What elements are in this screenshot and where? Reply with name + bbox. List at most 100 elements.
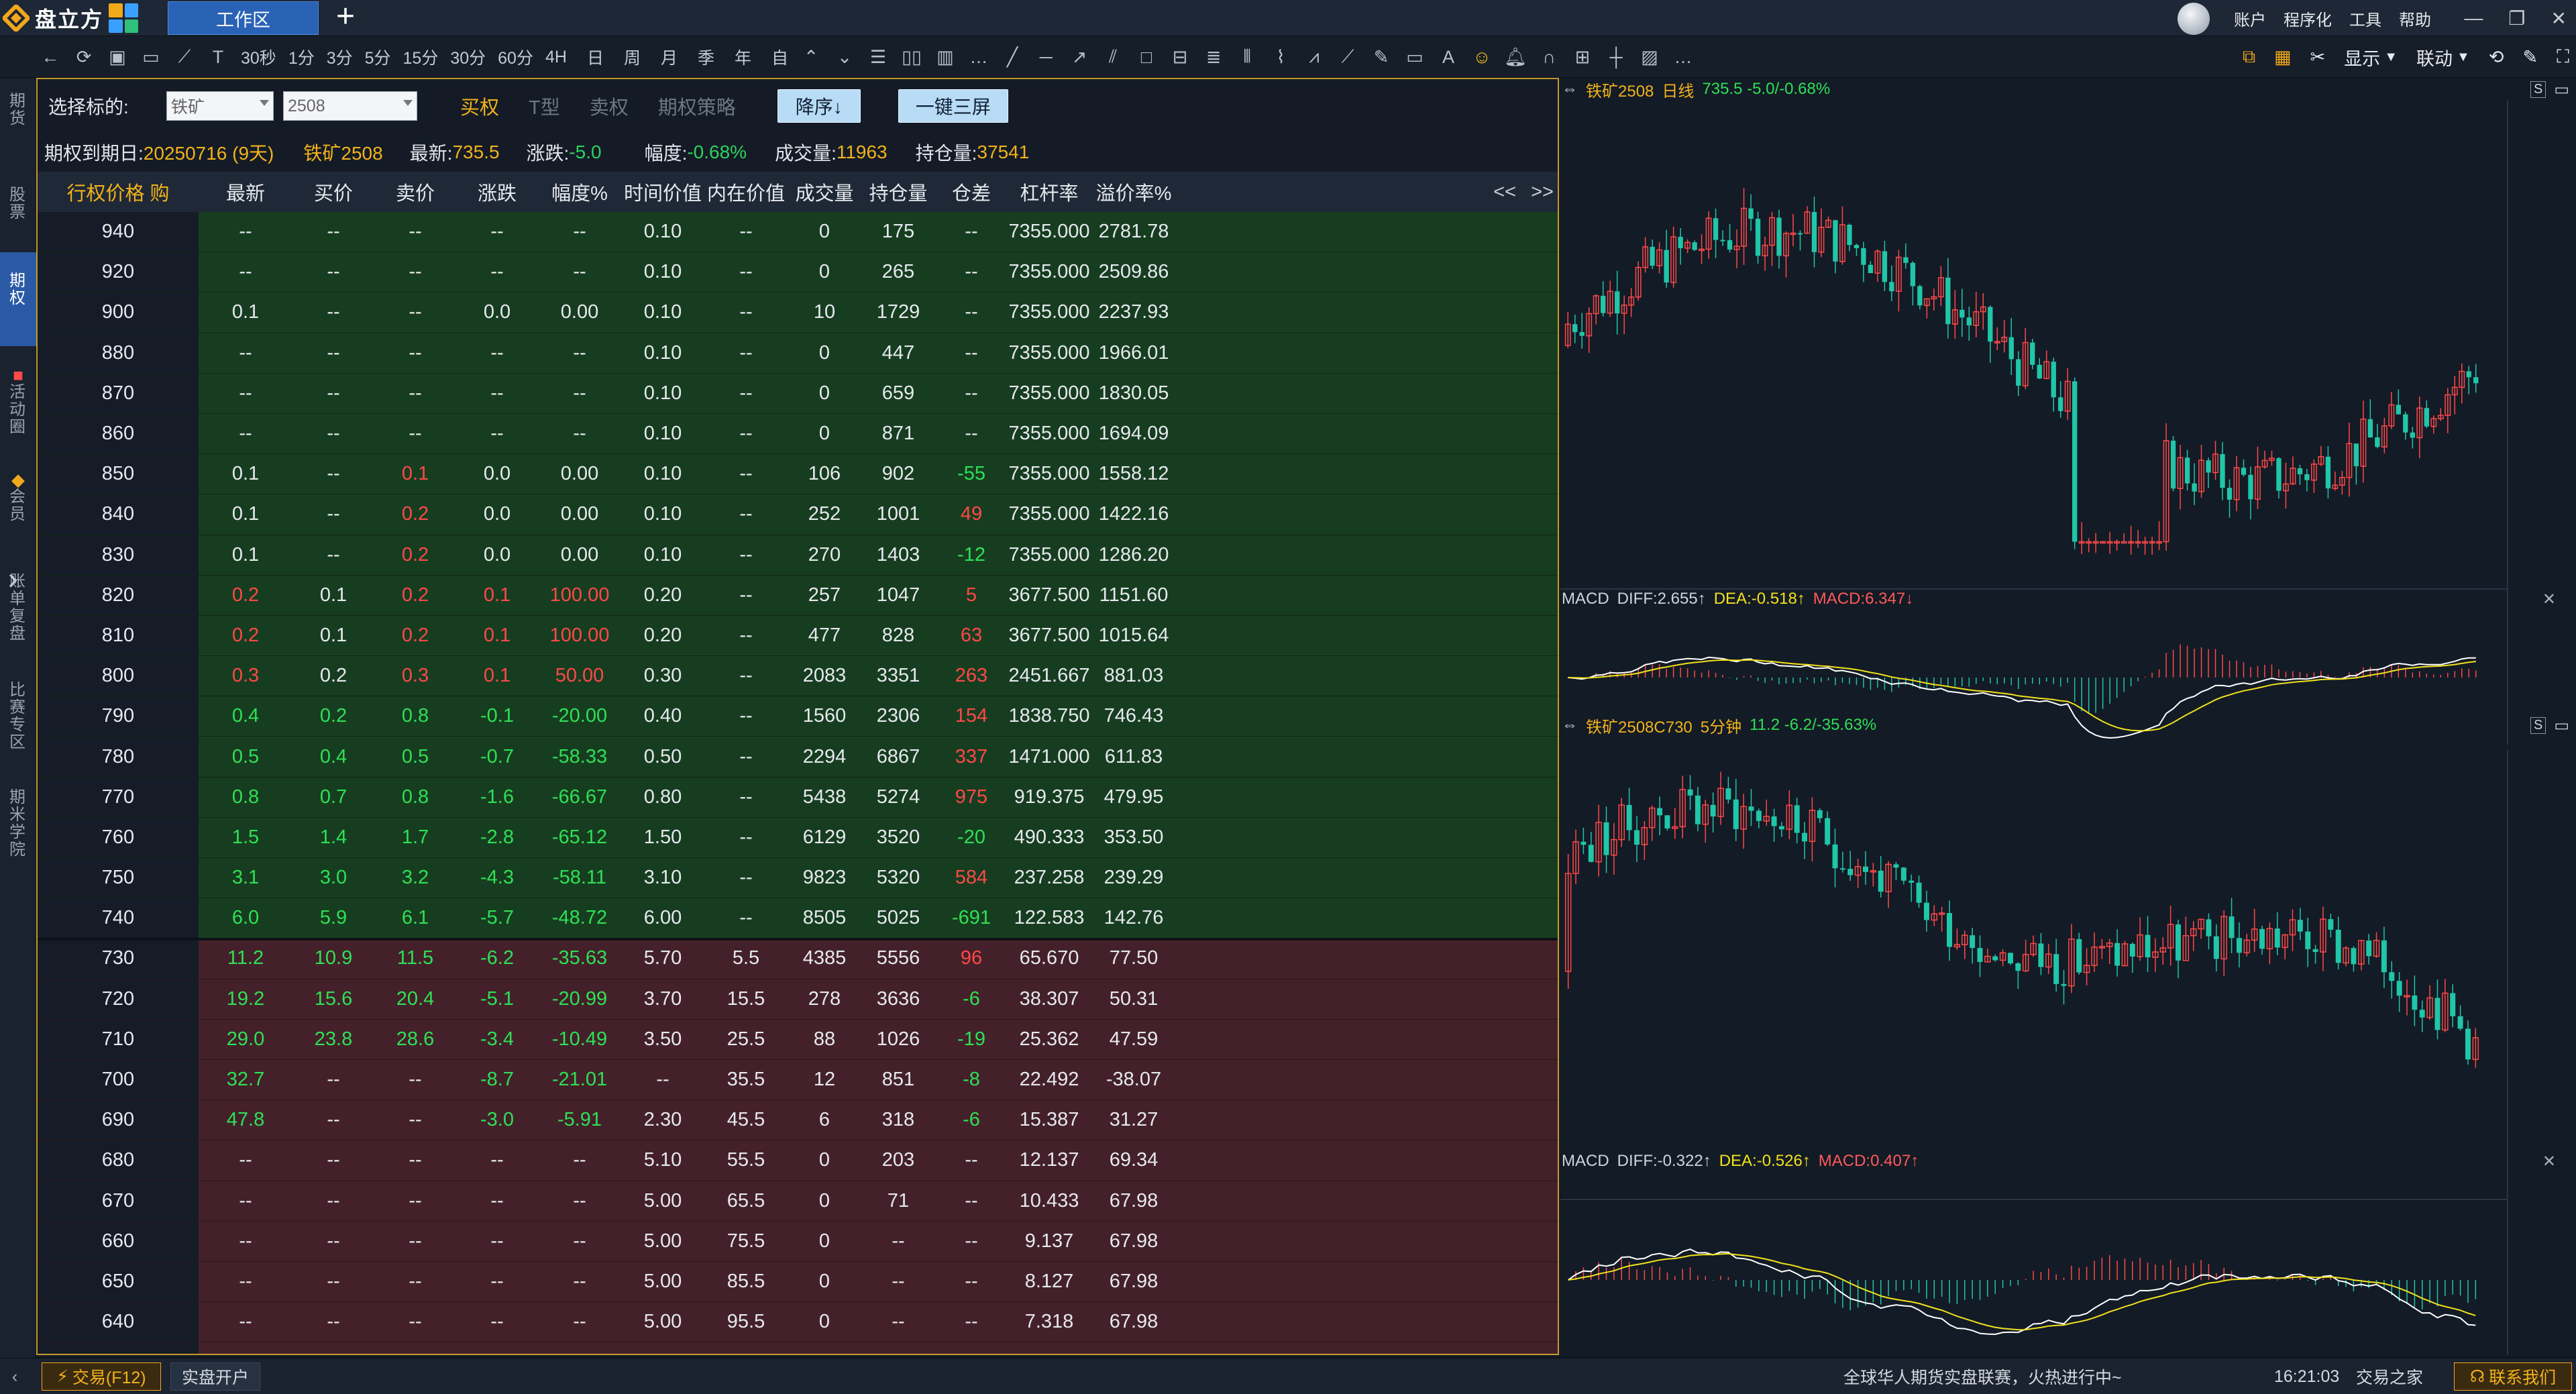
three-screen-button[interactable]: 一键三屏 (898, 89, 1008, 123)
table-row[interactable]: 780 0.5 0.4 0.5 -0.7 -58.33 0.50 -- 2294 6867 337 1… (38, 737, 1558, 778)
draw-parallel-icon[interactable]: ⫽ (1096, 46, 1130, 68)
chevron-left-icon[interactable]: ‹ (4, 1362, 25, 1391)
table-row[interactable]: 810 0.2 0.1 0.2 0.1 100.00 0.20 -- 477 828 63 3677.… (38, 615, 1558, 657)
sidebar-item-academy[interactable]: 期米学院 (0, 782, 36, 883)
chart_bottom-s-icon[interactable]: S (2530, 716, 2546, 734)
table-row[interactable]: 820 0.2 0.1 0.2 0.1 100.00 0.20 -- 257 1047 5 3677.… (38, 575, 1558, 616)
table-row[interactable]: 680 -- -- -- -- -- 5.10 55.5 0 203 -- 12.137 69.34 (38, 1140, 1558, 1181)
period-week[interactable]: 周 (618, 45, 647, 69)
draw-fan-icon[interactable]: ⟋ (1331, 46, 1364, 68)
sidebar-item-options[interactable]: 期权 (0, 252, 36, 346)
daily-kline-chart[interactable] (1560, 101, 2576, 745)
save-icon[interactable]: ▣ (101, 47, 134, 68)
trading-house-link[interactable]: 交易之家 (2349, 1362, 2430, 1391)
chevron-down-icon[interactable]: ▼ (2384, 50, 2398, 65)
table-row[interactable]: 940 -- -- -- -- -- 0.10 -- 0 175 -- 7355.000 2781.78 (38, 212, 1558, 253)
table-row[interactable]: 660 -- -- -- -- -- 5.00 75.5 0 -- -- 9.137 67.98 (38, 1221, 1558, 1262)
split-icon[interactable]: ▯▯ (895, 47, 928, 68)
table-row[interactable]: 900 0.1 -- -- 0.0 0.00 0.10 -- 10 1729 -- 7355.000 2… (38, 292, 1558, 333)
chart_bottom-macd-name[interactable]: MACD (1562, 1152, 1609, 1171)
open-account-button[interactable]: 实盘开户 (170, 1362, 260, 1391)
close-icon[interactable]: ✕ (2551, 7, 2567, 30)
draw-gann-icon[interactable]: ⦀ (1230, 46, 1264, 68)
draw-fib-icon[interactable]: ≣ (1197, 47, 1230, 68)
period-custom[interactable]: 自 (765, 45, 794, 69)
column-header[interactable]: 行权价格 购 (38, 178, 199, 206)
draw-channel-icon[interactable]: ⊟ (1163, 47, 1197, 68)
magnet-icon[interactable]: ∩ (1532, 47, 1566, 68)
table-row[interactable]: 690 47.8 -- -- -3.0 -5.91 2.30 45.5 6 318 -6 15.387… (38, 1100, 1558, 1141)
table-row[interactable]: 920 -- -- -- -- -- 0.10 -- 0 265 -- 7355.000 2509.86 (38, 252, 1558, 293)
draw-rect-icon[interactable]: □ (1130, 47, 1163, 68)
month-select[interactable]: 2508 (283, 91, 417, 121)
calendar-icon[interactable]: ▦ (2274, 47, 2292, 68)
period-day[interactable]: 日 (581, 45, 610, 69)
table-row[interactable]: 760 1.5 1.4 1.7 -2.8 -65.12 1.50 -- 6129 3520 -20 4… (38, 817, 1558, 858)
sidebar-item-member[interactable]: ◆ 会员 (0, 467, 36, 541)
chart_bottom-period[interactable]: 5分钟 (1701, 714, 1741, 737)
period-30s[interactable]: 30秒 (235, 45, 282, 69)
text-label-icon[interactable]: A (1432, 47, 1465, 68)
draw-hline-icon[interactable]: ─ (1029, 47, 1063, 68)
chart_bottom-close-icon[interactable]: ✕ (2542, 1152, 2556, 1171)
table-row[interactable]: 650 -- -- -- -- -- 5.00 85.5 0 -- -- 8.127 67.98 (38, 1261, 1558, 1303)
chart_top-symbol[interactable]: 铁矿2508 (1586, 78, 1654, 101)
draw-pen-icon[interactable]: ✎ (1364, 47, 1398, 68)
chart_top-macd-name[interactable]: MACD (1562, 590, 1609, 608)
table-row[interactable]: 670 -- -- -- -- -- 5.00 65.5 0 71 -- 10.433 67.98 (38, 1181, 1558, 1222)
table-row[interactable]: 840 0.1 -- 0.2 0.0 0.00 0.10 -- 252 1001 49 7355.00… (38, 494, 1558, 535)
table-row[interactable]: 800 0.3 0.2 0.3 0.1 50.00 0.30 -- 2083 3351 263 245… (38, 656, 1558, 697)
period-4h[interactable]: 4H (539, 48, 573, 67)
period-30m[interactable]: 30分 (444, 45, 492, 69)
chart_top-link-icon[interactable]: ⇔ (1562, 80, 1578, 99)
sidebar-item-futures[interactable]: 期货 (0, 78, 36, 172)
trade-box-icon[interactable]: ⧉ (2243, 46, 2255, 68)
grid-icon[interactable]: ⊞ (1566, 47, 1599, 68)
table-row[interactable]: 710 29.0 23.8 28.6 -3.4 -10.49 3.50 25.5 88 1026 -… (38, 1019, 1558, 1060)
period-month[interactable]: 月 (655, 45, 684, 69)
list-icon[interactable]: ☰ (861, 47, 895, 68)
draw-wave-icon[interactable]: ⌇ (1264, 47, 1297, 68)
zoom-in-icon[interactable]: ⌃ (794, 47, 828, 68)
tab-strategy[interactable]: 期权策略 (658, 92, 736, 120)
option-5min-chart[interactable] (1560, 750, 2576, 1355)
table-row[interactable]: 880 -- -- -- -- -- 0.10 -- 0 447 -- 7355.000 1966.01 (38, 333, 1558, 374)
period-3m[interactable]: 3分 (321, 45, 359, 69)
menu-programmatic[interactable]: 程序化 (2284, 7, 2332, 30)
chevron-down-icon[interactable]: ▼ (2457, 50, 2470, 65)
zoom-out-icon[interactable]: ⌄ (828, 47, 861, 68)
prev-page-button[interactable]: << (1493, 181, 1516, 203)
period-15m[interactable]: 15分 (397, 45, 445, 69)
add-tab-icon[interactable]: + (331, 0, 360, 35)
chart_bottom-maximize-icon[interactable]: ▭ (2554, 716, 2569, 735)
fullscreen-icon[interactable]: ⛶ (2557, 46, 2569, 68)
scissors-icon[interactable]: ✂ (2310, 47, 2326, 68)
table-row[interactable]: 770 0.8 0.7 0.8 -1.6 -66.67 0.80 -- 5438 5274 975 9… (38, 777, 1558, 818)
table-row[interactable]: 700 32.7 -- -- -8.7 -21.01 -- 35.5 12 851 -8 22.492… (38, 1059, 1558, 1101)
chart_top-maximize-icon[interactable]: ▭ (2554, 80, 2569, 99)
contact-us-button[interactable]: ☊ 联系我们 (2454, 1362, 2572, 1391)
menu-tools[interactable]: 工具 (2349, 7, 2381, 30)
layout-icon[interactable]: ▥ (928, 47, 962, 68)
table-row[interactable]: 790 0.4 0.2 0.8 -0.1 -20.00 0.40 -- 1560 2306 154 1… (38, 696, 1558, 737)
line-chart-icon[interactable]: ⟋ (168, 46, 201, 68)
period-quarter[interactable]: 季 (692, 45, 720, 69)
chevron-right-icon[interactable]: › (8, 562, 18, 596)
underlying-select[interactable]: 铁矿 (166, 91, 274, 121)
chart_top-close-icon[interactable]: ✕ (2542, 590, 2556, 609)
alert-icon[interactable]: 🔔︎ (1499, 46, 1532, 68)
period-5m[interactable]: 5分 (359, 45, 397, 69)
sidebar-item-contest[interactable]: 比赛专区 (0, 675, 36, 775)
tab-put[interactable]: 卖权 (590, 92, 629, 120)
period-60m[interactable]: 60分 (492, 45, 539, 69)
tab-t-shape[interactable]: T型 (529, 92, 560, 120)
draw-ray-icon[interactable]: ↗ (1063, 47, 1096, 68)
sort-descending-button[interactable]: 降序↓ (777, 89, 861, 123)
chart_top-period[interactable]: 日线 (1662, 78, 1694, 101)
draw-zigzag-icon[interactable]: ⩘ (1297, 46, 1331, 68)
sync-icon[interactable]: ⟲ (2489, 47, 2504, 68)
ruler-icon[interactable]: ▭ (1398, 47, 1432, 68)
table-row[interactable]: 860 -- -- -- -- -- 0.10 -- 0 871 -- 7355.000 1694.09 (38, 413, 1558, 455)
emoji-icon[interactable]: ☺ (1465, 47, 1499, 68)
chart_top-s-icon[interactable]: S (2530, 81, 2546, 98)
